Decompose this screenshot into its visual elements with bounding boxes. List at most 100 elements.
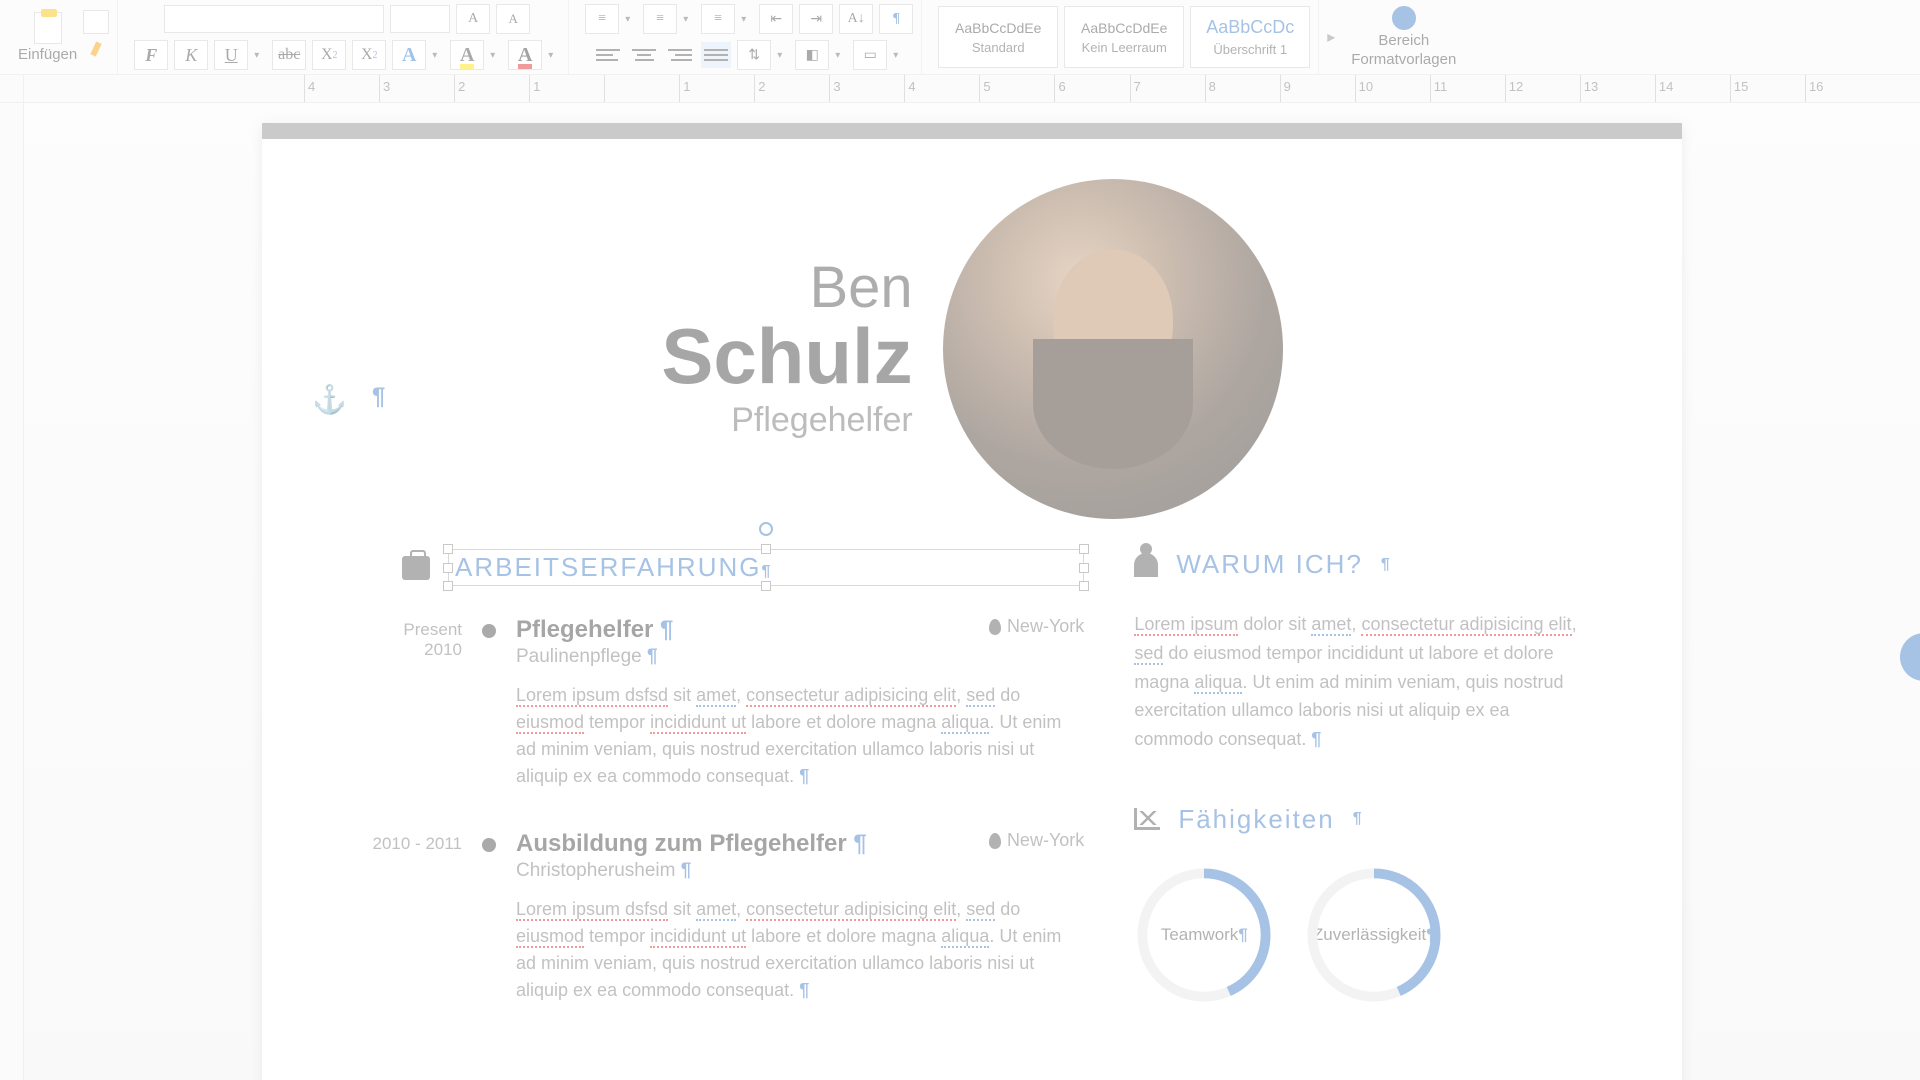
resize-handle[interactable] [1079,581,1089,591]
show-marks-button[interactable]: ¶ [879,4,913,34]
font-color-dropdown[interactable]: ▾ [548,50,560,61]
align-right-button[interactable] [665,42,695,68]
job-title[interactable]: Pflegehelfer [661,401,912,440]
skill-ring: Teamwork¶ [1134,865,1274,1005]
skills-title[interactable]: Fähigkeiten [1178,804,1334,835]
exp-subtitle: Christopherusheim ¶ [516,860,1084,882]
paragraph-group: ≡ ▾ ≡ ▾ ≡ ▾ ⇤ ⇥ A↓ ¶ ⇅ ▾ ◧ ▾ ▭ ▾ [577,0,922,74]
ruler-corner[interactable] [0,75,24,102]
resize-handle[interactable] [761,544,771,554]
timeline-dot [482,624,496,638]
format-painter-button[interactable] [83,40,109,64]
experience-entry[interactable]: Present2010New-YorkPflegehelfer ¶Pauline… [352,616,1084,790]
experience-heading: ARBEITSERFAHRUNG¶ [402,549,1084,586]
line-spacing-button[interactable]: ⇅ [737,40,771,70]
canvas[interactable]: ⚓ ¶ Ben Schulz Pflegehelfer [24,103,1920,1080]
highlight-button[interactable]: A [450,40,484,70]
resize-handle[interactable] [443,563,453,573]
grow-font-button[interactable]: A [456,4,490,34]
person-icon [1134,553,1158,577]
briefcase-icon [402,556,430,580]
style-card[interactable]: AaBbCcDcÜberschrift 1 [1190,6,1310,68]
profile-photo[interactable] [943,179,1283,519]
pane-label-1: Bereich [1378,32,1429,49]
font-size-select[interactable] [390,5,450,33]
shrink-font-button[interactable]: A [496,4,530,34]
pilcrow-icon: ¶ [1381,556,1390,574]
style-card[interactable]: AaBbCcDdEeKein Leerraum [1064,6,1184,68]
italic-button[interactable]: K [174,40,208,70]
sort-button[interactable]: A↓ [839,4,873,34]
pin-icon [989,619,1001,635]
exp-description: Lorem ipsum dsfsd sit amet, consectetur … [516,896,1084,1004]
exp-description: Lorem ipsum dsfsd sit amet, consectetur … [516,682,1084,790]
last-name[interactable]: Schulz [661,317,912,395]
multilevel-dd[interactable]: ▾ [741,14,753,25]
first-name[interactable]: Ben [661,259,912,317]
shading-dd[interactable]: ▾ [835,50,847,61]
underline-button[interactable]: U [214,40,248,70]
numbering-dd[interactable]: ▾ [683,14,695,25]
clipboard-group: Einfügen [10,0,118,74]
font-color-button[interactable]: A [508,40,542,70]
underline-dropdown[interactable]: ▾ [254,50,266,61]
exp-date: Present2010 [352,616,462,790]
styles-pane-button[interactable]: Bereich Formatvorlagen [1351,6,1456,68]
paste-button[interactable]: Einfügen [18,12,77,63]
subscript-button[interactable]: X2 [312,40,346,70]
multilevel-button[interactable]: ≡ [701,4,735,34]
shading-button[interactable]: ◧ [795,40,829,70]
borders-dd[interactable]: ▾ [893,50,905,61]
horizontal-ruler[interactable]: 432112345678910111213141516 [24,75,1920,102]
decrease-indent-button[interactable]: ⇤ [759,4,793,34]
rotate-handle[interactable] [759,522,773,536]
resize-handle[interactable] [1079,563,1089,573]
anchor-icon: ⚓ [312,383,347,416]
pane-icon [1392,6,1416,30]
spacing-dd[interactable]: ▾ [777,50,789,61]
strikethrough-button[interactable]: abc [272,40,306,70]
bullets-button[interactable]: ≡ [585,4,619,34]
skill-rings: Teamwork¶Zuverlässigkeit¶ [1134,865,1592,1005]
text-effect-dropdown[interactable]: ▾ [432,50,444,61]
numbering-button[interactable]: ≡ [643,4,677,34]
name-block: Ben Schulz Pflegehelfer [661,259,922,440]
chart-icon [1134,808,1160,830]
style-card[interactable]: AaBbCcDdEeStandard [938,6,1058,68]
exp-location: New-York [989,830,1084,851]
increase-indent-button[interactable]: ⇥ [799,4,833,34]
resume-header: Ben Schulz Pflegehelfer [352,179,1592,519]
font-family-select[interactable] [164,5,384,33]
borders-button[interactable]: ▭ [853,40,887,70]
vertical-ruler[interactable] [0,103,24,1080]
resize-handle[interactable] [761,581,771,591]
pane-label-2: Formatvorlagen [1351,51,1456,68]
bold-button[interactable]: F [134,40,168,70]
styles-group: AaBbCcDdEeStandardAaBbCcDdEeKein Leerrau… [930,0,1319,74]
font-group: A A F K U ▾ abc X2 X2 A ▾ A ▾ A ▾ [126,0,569,74]
why-title[interactable]: WARUM ICH? [1176,549,1363,580]
selected-textbox[interactable]: ARBEITSERFAHRUNG¶ [448,549,1084,586]
floating-action-button[interactable] [1900,633,1920,681]
experience-title[interactable]: ARBEITSERFAHRUNG [455,552,762,582]
resize-handle[interactable] [1079,544,1089,554]
align-center-button[interactable] [629,42,659,68]
bullets-dd[interactable]: ▾ [625,14,637,25]
page-top-bar [262,123,1682,139]
paste-label: Einfügen [18,46,77,63]
exp-location: New-York [989,616,1084,637]
align-left-button[interactable] [593,42,623,68]
why-text[interactable]: Lorem ipsum dolor sit amet, consectetur … [1134,610,1592,754]
exp-subtitle: Paulinenpflege ¶ [516,646,1084,668]
copy-button[interactable] [83,10,109,34]
text-effect-button[interactable]: A [392,40,426,70]
resize-handle[interactable] [443,581,453,591]
highlight-dropdown[interactable]: ▾ [490,50,502,61]
experience-entry[interactable]: 2010 - 2011New-YorkAusbildung zum Pflege… [352,830,1084,1004]
resize-handle[interactable] [443,544,453,554]
superscript-button[interactable]: X2 [352,40,386,70]
document-page[interactable]: ⚓ ¶ Ben Schulz Pflegehelfer [262,123,1682,1080]
align-justify-button[interactable] [701,42,731,68]
styles-more-button[interactable]: ▸ [1327,27,1335,47]
exp-date: 2010 - 2011 [352,830,462,1004]
